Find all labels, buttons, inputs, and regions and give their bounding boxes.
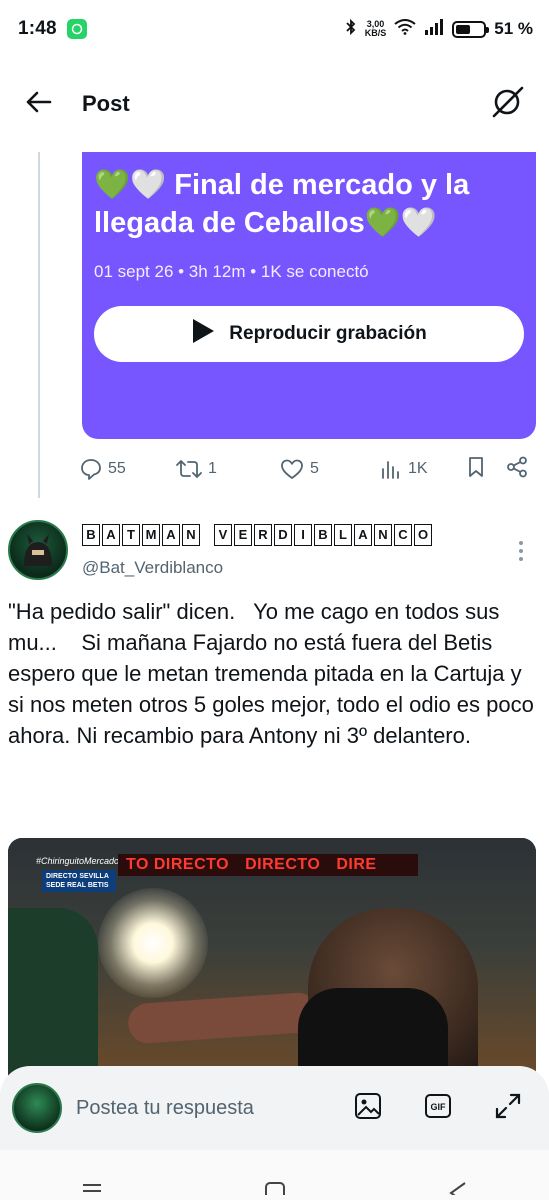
display-name-letter: B bbox=[314, 524, 332, 546]
display-name-letter: O bbox=[414, 524, 432, 546]
media-location-tag: DIRECTO SEVILLA SEDE REAL BETIS bbox=[42, 870, 116, 892]
image-icon[interactable] bbox=[353, 1091, 383, 1126]
gif-icon[interactable]: GIF bbox=[423, 1091, 453, 1126]
media-hashtag: #ChiringuitoMercado bbox=[36, 856, 120, 866]
play-icon bbox=[191, 318, 215, 350]
post-header: Post bbox=[0, 74, 549, 134]
views-count: 1K bbox=[408, 460, 428, 477]
status-time: 1:48 bbox=[18, 18, 57, 39]
reply-action[interactable]: 55 bbox=[80, 458, 176, 480]
display-name[interactable]: BATMANVERDIBLANCO bbox=[82, 524, 432, 546]
like-action[interactable]: 5 bbox=[280, 458, 380, 480]
display-name-letter: A bbox=[102, 524, 120, 546]
battery-text: 51 % bbox=[494, 19, 533, 38]
avatar[interactable] bbox=[8, 520, 68, 580]
bookmark-icon[interactable] bbox=[466, 456, 506, 483]
repost-action[interactable]: 1 bbox=[176, 458, 280, 480]
reply-bar: Postea tu respuesta GIF bbox=[0, 1066, 549, 1150]
play-recording-label: Reproducir grabación bbox=[229, 323, 427, 344]
space-meta: 01 sept 26 • 3h 12m • 1K se conectó bbox=[94, 262, 369, 281]
media-microphone bbox=[298, 988, 448, 1078]
user-handle[interactable]: @Bat_Verdiblanco bbox=[82, 558, 223, 578]
display-name-letter: N bbox=[182, 524, 200, 546]
signal-icon bbox=[424, 18, 444, 40]
display-name-letter: N bbox=[374, 524, 392, 546]
space-card[interactable]: 💚🤍 Final de mercado y la llegada de Ceba… bbox=[82, 152, 536, 439]
media-banner-segment: TO DIRECTO bbox=[126, 856, 230, 873]
thread-line bbox=[38, 152, 40, 498]
media-live-banner: TO DIRECTO DIRECTO DIRE bbox=[118, 854, 418, 876]
back-arrow-icon[interactable] bbox=[24, 90, 52, 119]
display-name-letter: C bbox=[394, 524, 412, 546]
media-banner-segment: DIRE bbox=[336, 856, 377, 873]
views-icon bbox=[380, 458, 402, 480]
svg-text:GIF: GIF bbox=[431, 1102, 447, 1112]
reply-avatar bbox=[12, 1083, 62, 1133]
display-name-space bbox=[202, 524, 212, 546]
tweet-text: "Ha pedido salir" dicen. Yo me cago en t… bbox=[8, 599, 540, 748]
display-name-letter: I bbox=[294, 524, 312, 546]
whatsapp-icon bbox=[66, 19, 87, 39]
display-name-letter: M bbox=[142, 524, 160, 546]
display-name-letter: V bbox=[214, 524, 232, 546]
repost-count: 1 bbox=[208, 460, 217, 477]
play-recording-button[interactable]: Reproducir grabación bbox=[94, 306, 524, 362]
repost-icon bbox=[176, 458, 202, 480]
share-icon[interactable] bbox=[506, 456, 528, 483]
display-name-letter: E bbox=[234, 524, 252, 546]
display-name-letter: A bbox=[354, 524, 372, 546]
reply-icon bbox=[80, 458, 102, 480]
views-action[interactable]: 1K bbox=[380, 458, 466, 480]
reply-input[interactable]: Postea tu respuesta bbox=[76, 1097, 254, 1120]
network-speed: 3,00 KB/S bbox=[365, 20, 387, 38]
media-light bbox=[98, 888, 208, 998]
expand-icon[interactable] bbox=[493, 1091, 523, 1126]
grok-icon[interactable] bbox=[491, 85, 525, 124]
space-title: 💚🤍 Final de mercado y la llegada de Ceba… bbox=[94, 169, 470, 239]
display-name-letter: B bbox=[82, 524, 100, 546]
more-options-icon[interactable] bbox=[518, 540, 524, 567]
system-nav-bar bbox=[0, 1150, 549, 1200]
recent-apps-icon[interactable] bbox=[81, 1181, 103, 1200]
display-name-letter: D bbox=[274, 524, 292, 546]
home-icon[interactable] bbox=[264, 1181, 286, 1200]
back-nav-icon[interactable] bbox=[447, 1181, 469, 1200]
display-name-letter: A bbox=[162, 524, 180, 546]
wifi-icon bbox=[394, 18, 416, 40]
like-count: 5 bbox=[310, 460, 319, 477]
media-cap-figure bbox=[8, 908, 98, 1078]
battery-icon bbox=[452, 20, 490, 38]
tweet-media[interactable]: #ChiringuitoMercado DIRECTO SEVILLA SEDE… bbox=[8, 838, 536, 1078]
media-banner-segment: DIRECTO bbox=[245, 856, 321, 873]
reply-count: 55 bbox=[108, 460, 126, 477]
heart-icon bbox=[280, 458, 304, 480]
post-actions: 55 1 5 1K bbox=[80, 452, 532, 486]
bluetooth-icon bbox=[345, 18, 357, 41]
display-name-letter: L bbox=[334, 524, 352, 546]
network-speed-unit: KB/S bbox=[364, 28, 387, 38]
status-bar: 1:48 3,00 KB/S 51 % bbox=[0, 0, 549, 58]
display-name-letter: T bbox=[122, 524, 140, 546]
page-title: Post bbox=[82, 91, 130, 116]
display-name-letter: R bbox=[254, 524, 272, 546]
